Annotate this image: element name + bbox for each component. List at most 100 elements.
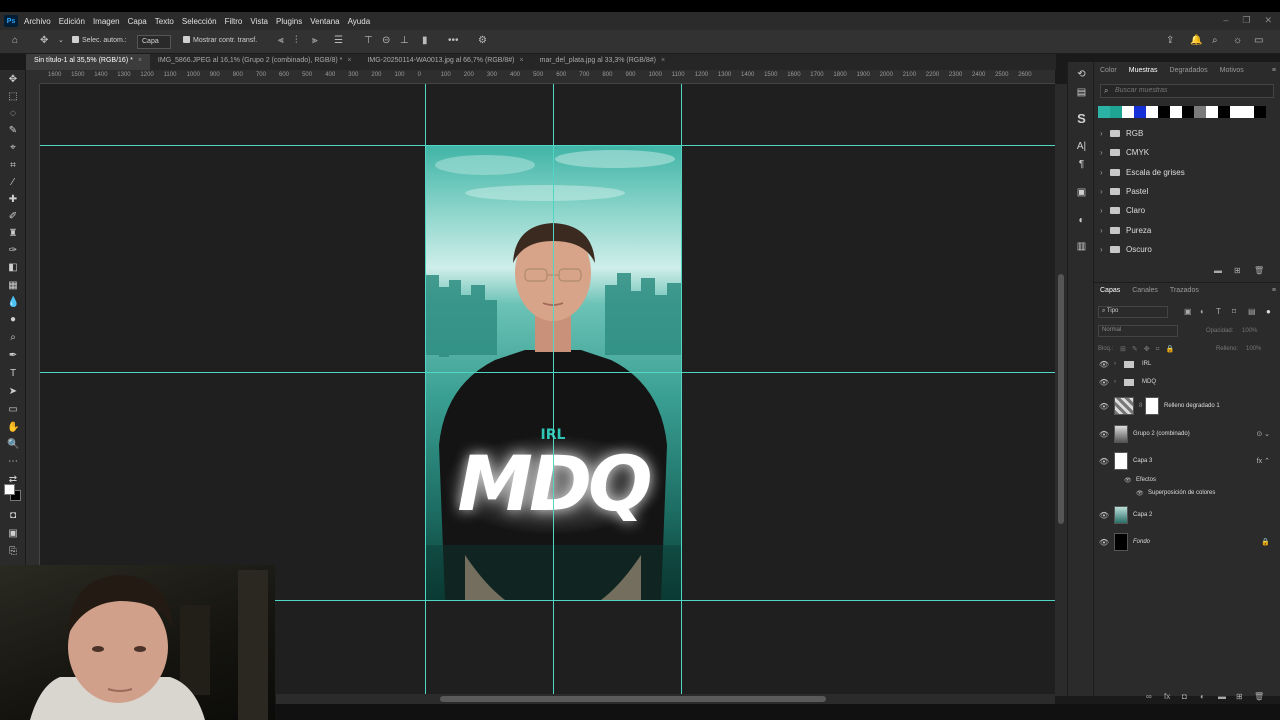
menu-ventana[interactable]: Ventana [310,17,339,26]
healing-brush-icon[interactable]: ✚ [7,194,19,206]
color-swatch[interactable] [1170,106,1182,118]
swatch-folder-rgb[interactable]: › RGB [1100,124,1143,142]
swatch-folder-claro[interactable]: › Claro [1100,201,1145,219]
color-swatch[interactable] [1110,106,1122,118]
tab-img-5866[interactable]: IMG_5866.JPEG al 16,1% (Grupo 2 (combina… [150,54,360,70]
color-swatch[interactable] [1242,106,1254,118]
guide-vertical[interactable] [425,84,426,696]
new-group-icon[interactable]: ▬ [1214,266,1222,275]
new-swatch-icon[interactable]: ⊞ [1234,266,1241,275]
styles-icon[interactable]: S [1075,112,1088,125]
guide-vertical[interactable] [553,84,554,696]
adjustment-layer-icon[interactable]: ◐ [1200,692,1205,701]
zoom-lens-icon[interactable]: ⌕ [7,332,19,344]
align-left-icon[interactable]: ⫷ [278,35,284,46]
pen-tool-icon[interactable]: ✒ [7,350,19,362]
align-bottom-icon[interactable]: ⊥ [400,35,409,46]
tab-canales[interactable]: Canales [1132,287,1158,294]
quick-mask-icon[interactable]: ◘ [7,510,19,522]
vertical-scrollbar[interactable] [1055,84,1067,696]
eraser-icon[interactable]: ◧ [7,262,19,274]
minimize-icon[interactable]: – [1223,15,1228,26]
object-select-icon[interactable]: ⌖ [7,142,19,154]
fx-button-icon[interactable]: fx [1164,692,1170,701]
swatch-folder-cmyk[interactable]: › CMYK [1100,143,1149,161]
move-tool-icon[interactable]: ✥ [7,74,19,86]
layer-row-capa-3[interactable]: 👁 Capa 3 fx ⌃ [1094,448,1280,474]
close-tab-icon[interactable]: × [661,57,665,64]
menu-archivo[interactable]: Archivo [24,17,51,26]
move-tool-icon[interactable]: ✥ [40,35,48,46]
color-swatch[interactable] [1158,106,1170,118]
auto-select-checkbox[interactable]: Selec. autom.: [72,36,127,44]
menu-imagen[interactable]: Imagen [93,17,120,26]
delete-swatch-icon[interactable]: 🗑 [1254,266,1264,275]
close-tab-icon[interactable]: × [138,57,142,64]
swatch-folder-pureza[interactable]: › Pureza [1100,221,1151,239]
marquee-tool-icon[interactable]: ⬚ [7,91,19,103]
chevron-down-icon[interactable]: ⌄ [58,36,64,44]
eye-icon[interactable]: 👁 [1094,511,1114,520]
color-swatch[interactable] [1194,106,1206,118]
share-icon[interactable]: ⇪ [1166,35,1174,46]
color-swatch[interactable] [1206,106,1218,118]
menu-capa[interactable]: Capa [128,17,147,26]
tab-mar-del-plata[interactable]: mar_del_plata.jpg al 33,3% (RGB/8#) × [532,54,673,70]
close-tab-icon[interactable]: × [520,57,524,64]
eye-icon[interactable]: 👁 [1094,378,1114,387]
panel-menu-icon[interactable]: ≡ [1272,67,1276,74]
share-arrow-icon[interactable]: ⎘ [7,546,19,558]
distribute-vertical-icon[interactable]: ▮ [422,35,428,46]
eyedropper-icon[interactable]: ⁄ [7,177,19,189]
color-swatch[interactable] [1182,106,1194,118]
guide-horizontal[interactable] [40,372,1055,373]
align-right-icon[interactable]: ⫸ [312,35,318,46]
filter-shape-icon[interactable]: ⌑ [1232,307,1236,316]
menu-seleccion[interactable]: Selección [182,17,217,26]
scroll-thumb[interactable] [1058,274,1064,524]
smart-object-indicator[interactable]: ⊙ ⌄ [1254,430,1280,438]
zoom-tool-icon[interactable]: 🔍 [7,439,19,451]
swatch-search-input[interactable]: ⌕ Buscar muestras [1100,84,1274,98]
close-icon[interactable]: ✕ [1264,15,1272,26]
tab-motivos[interactable]: Motivos [1220,67,1244,74]
lasso-tool-icon[interactable]: ◌ [7,108,19,120]
properties-icon[interactable]: ▥ [1075,240,1088,253]
layer-row-mdq[interactable]: 👁 › MDQ [1094,373,1280,391]
hand-tool-icon[interactable]: ✋ [7,422,19,434]
link-layers-icon[interactable]: ∞ [1146,692,1152,701]
tab-trazados[interactable]: Trazados [1170,287,1199,294]
more-tools-icon[interactable]: ⋯ [7,456,19,468]
eye-icon[interactable]: 👁 [1094,457,1114,466]
show-transform-checkbox[interactable]: Mostrar contr. transf. [183,36,257,44]
character-icon[interactable]: A| [1075,140,1088,153]
tab-img-2025[interactable]: IMG-20250114-WA0013.jpg al 66,7% (RGB/8#… [359,54,531,70]
horizontal-ruler[interactable]: 1600 1500 1400 1300 1200 1100 1000 900 800 700 600… [40,70,1055,84]
crop-tool-icon[interactable]: ⌗ [7,160,19,172]
workspace-icon[interactable]: ▭ [1254,35,1263,46]
layer-row-grupo-2[interactable]: 👁 Grupo 2 (combinado) ⊙ ⌄ [1094,421,1280,447]
color-swatch[interactable] [1122,106,1134,118]
chevron-right-icon[interactable]: › [1114,361,1124,367]
layer-kind-filter[interactable]: ⌕ Tipo [1098,306,1168,318]
menu-filtro[interactable]: Filtro [225,17,243,26]
comments-icon[interactable]: ▤ [1075,86,1088,99]
rectangle-tool-icon[interactable]: ▭ [7,404,19,416]
blur-tool-icon[interactable]: 💧 [7,297,19,309]
layer-row-capa-2[interactable]: 👁 Capa 2 [1094,502,1280,528]
filter-smart-icon[interactable]: ▤ [1248,307,1256,316]
filter-type-icon[interactable]: T [1216,307,1221,316]
path-select-icon[interactable]: ➤ [7,386,19,398]
menu-texto[interactable]: Texto [155,17,174,26]
fill-value[interactable]: 100% [1246,346,1261,352]
menu-edicion[interactable]: Edición [59,17,85,26]
align-middle-icon[interactable]: ⊝ [382,35,390,46]
type-tool-icon[interactable]: T [7,368,19,380]
swatch-folder-pastel[interactable]: › Pastel [1100,182,1148,200]
lock-icons[interactable]: ⊞✎✥⌗🔒 [1120,345,1180,354]
gradient-tool-icon[interactable]: ▦ [7,280,19,292]
eye-icon[interactable]: 👁 [1094,402,1114,411]
eye-icon[interactable]: 👁 [1136,490,1148,497]
delete-layer-icon[interactable]: 🗑 [1254,692,1264,701]
panel-menu-icon[interactable]: ≡ [1272,287,1276,294]
